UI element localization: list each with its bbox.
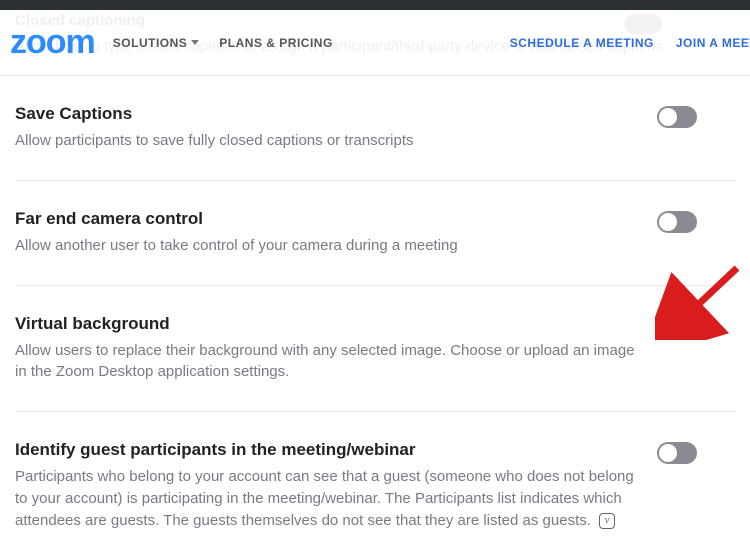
setting-desc: Participants who belong to your account … [15, 466, 645, 531]
setting-virtual-background: Virtual background Allow users to replac… [15, 286, 735, 413]
nav-schedule-meeting[interactable]: SCHEDULE A MEETING [510, 36, 654, 50]
setting-save-captions: Save Captions Allow participants to save… [15, 76, 735, 181]
setting-title: Identify guest participants in the meeti… [15, 440, 645, 460]
chevron-down-icon [191, 40, 199, 45]
nav-plans-label: PLANS & PRICING [219, 36, 333, 50]
toggle-virtual-background[interactable] [657, 316, 697, 338]
nav-join-meeting[interactable]: JOIN A MEETING [676, 36, 750, 50]
settings-list: Save Captions Allow participants to save… [0, 76, 750, 541]
setting-desc-text: Participants who belong to your account … [15, 468, 634, 529]
nav-plans-pricing[interactable]: PLANS & PRICING [219, 36, 333, 50]
toggle-far-end-camera[interactable] [657, 211, 697, 233]
zoom-logo[interactable]: zoom [10, 23, 95, 62]
setting-far-end-camera: Far end camera control Allow another use… [15, 181, 735, 286]
ghost-toggle [624, 14, 662, 34]
toggle-identify-guests[interactable] [657, 442, 697, 464]
setting-title: Save Captions [15, 104, 645, 124]
nav-solutions[interactable]: SOLUTIONS [113, 36, 200, 50]
main-nav: Closed captioning Allow host to type clo… [0, 10, 750, 76]
setting-title: Virtual background [15, 314, 645, 334]
setting-desc: Allow users to replace their background … [15, 340, 645, 384]
setting-desc: Allow another user to take control of yo… [15, 235, 645, 257]
toggle-save-captions[interactable] [657, 106, 697, 128]
window-top-bar [0, 0, 750, 10]
help-icon[interactable]: v [599, 513, 615, 529]
setting-title: Far end camera control [15, 209, 645, 229]
setting-desc: Allow participants to save fully closed … [15, 130, 645, 152]
setting-identify-guests: Identify guest participants in the meeti… [15, 412, 735, 541]
nav-solutions-label: SOLUTIONS [113, 36, 188, 50]
